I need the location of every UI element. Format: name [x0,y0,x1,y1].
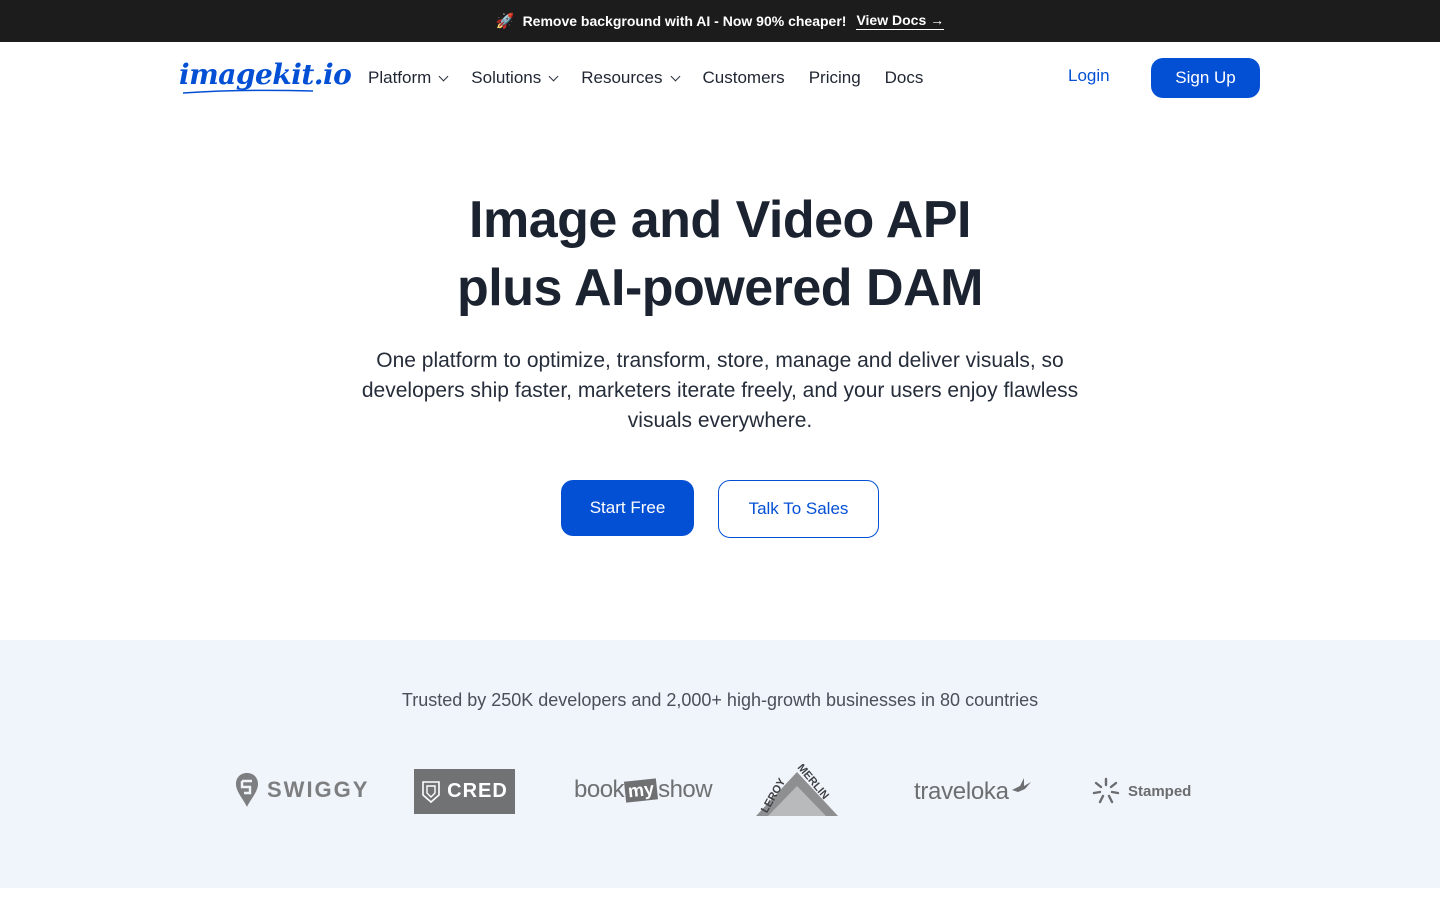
nav-label: Platform [368,68,432,87]
swiggy-logo: SWIGGY [235,772,369,808]
start-free-button[interactable]: Start Free [561,480,694,536]
nav-item-resources[interactable]: Resources [581,42,680,114]
cred-wordmark: CRED [447,780,508,802]
stamped-burst-icon [1092,777,1120,804]
bookmyshow-wordmark-my: my [624,777,659,803]
nav-item-solutions[interactable]: Solutions [471,42,559,114]
traveloka-wordmark: traveloka [914,778,1009,805]
nav-label: Customers [702,68,785,87]
view-docs-link[interactable]: View Docs → [856,12,945,30]
signup-button[interactable]: Sign Up [1151,58,1260,98]
hero-subtitle: One platform to optimize, transform, sto… [361,349,1079,432]
swiggy-wordmark: SWIGGY [267,777,370,802]
leroy-merlin-logo: LEROY MERLIN [756,764,838,816]
hero-title-line-2: plus AI-powered DAM [457,259,983,317]
nav-label: Docs [884,68,924,87]
chevron-down-icon [670,71,680,81]
announcement-message: Remove background with AI - Now 90% chea… [522,13,847,29]
traveloka-bird-icon [1011,778,1031,792]
cred-shield-icon [422,780,440,803]
nav-item-customers[interactable]: Customers [703,42,785,114]
bookmyshow-wordmark-show: show [658,776,713,803]
stamped-wordmark: Stamped [1128,782,1192,800]
login-link[interactable]: Login [1068,66,1110,86]
announcement-bar: 🚀 Remove background with AI - Now 90% ch… [0,0,1440,42]
nav-item-docs[interactable]: Docs [885,42,924,114]
customer-logos: SWIGGY CRED book my show LEROY MERLIN tr… [0,764,1440,824]
swiggy-pin-icon [236,773,258,807]
bookmyshow-logo: book my show [574,772,713,808]
cred-logo: CRED [414,769,515,814]
logo-text: imagekit.io [179,58,352,91]
hero-title: Image and Video API plus AI-powered DAM [0,186,1440,322]
site-header: imagekit.io Platform Solutions Resources… [0,42,1440,114]
chevron-down-icon [548,71,559,81]
logo-swoosh-icon [182,89,314,94]
trusted-by-section: Trusted by 250K developers and 2,000+ hi… [0,640,1440,888]
chevron-down-icon [438,71,449,81]
talk-to-sales-button[interactable]: Talk To Sales [718,480,879,538]
rocket-icon: 🚀 [495,13,515,30]
trusted-by-text: Trusted by 250K developers and 2,000+ hi… [401,690,1039,710]
traveloka-logo: traveloka [914,776,1032,808]
imagekit-logo[interactable]: imagekit.io [179,58,352,94]
nav-label: Pricing [808,68,861,87]
bookmyshow-wordmark-book: book [574,776,625,803]
nav-item-pricing[interactable]: Pricing [809,42,861,114]
nav-label: Resources [581,68,663,87]
nav-label: Solutions [471,68,542,87]
hero-title-line-1: Image and Video API [469,191,971,249]
stamped-logo: Stamped [1092,774,1191,808]
main-nav: Platform Solutions Resources Customers P… [368,42,947,114]
nav-item-platform[interactable]: Platform [368,42,449,114]
